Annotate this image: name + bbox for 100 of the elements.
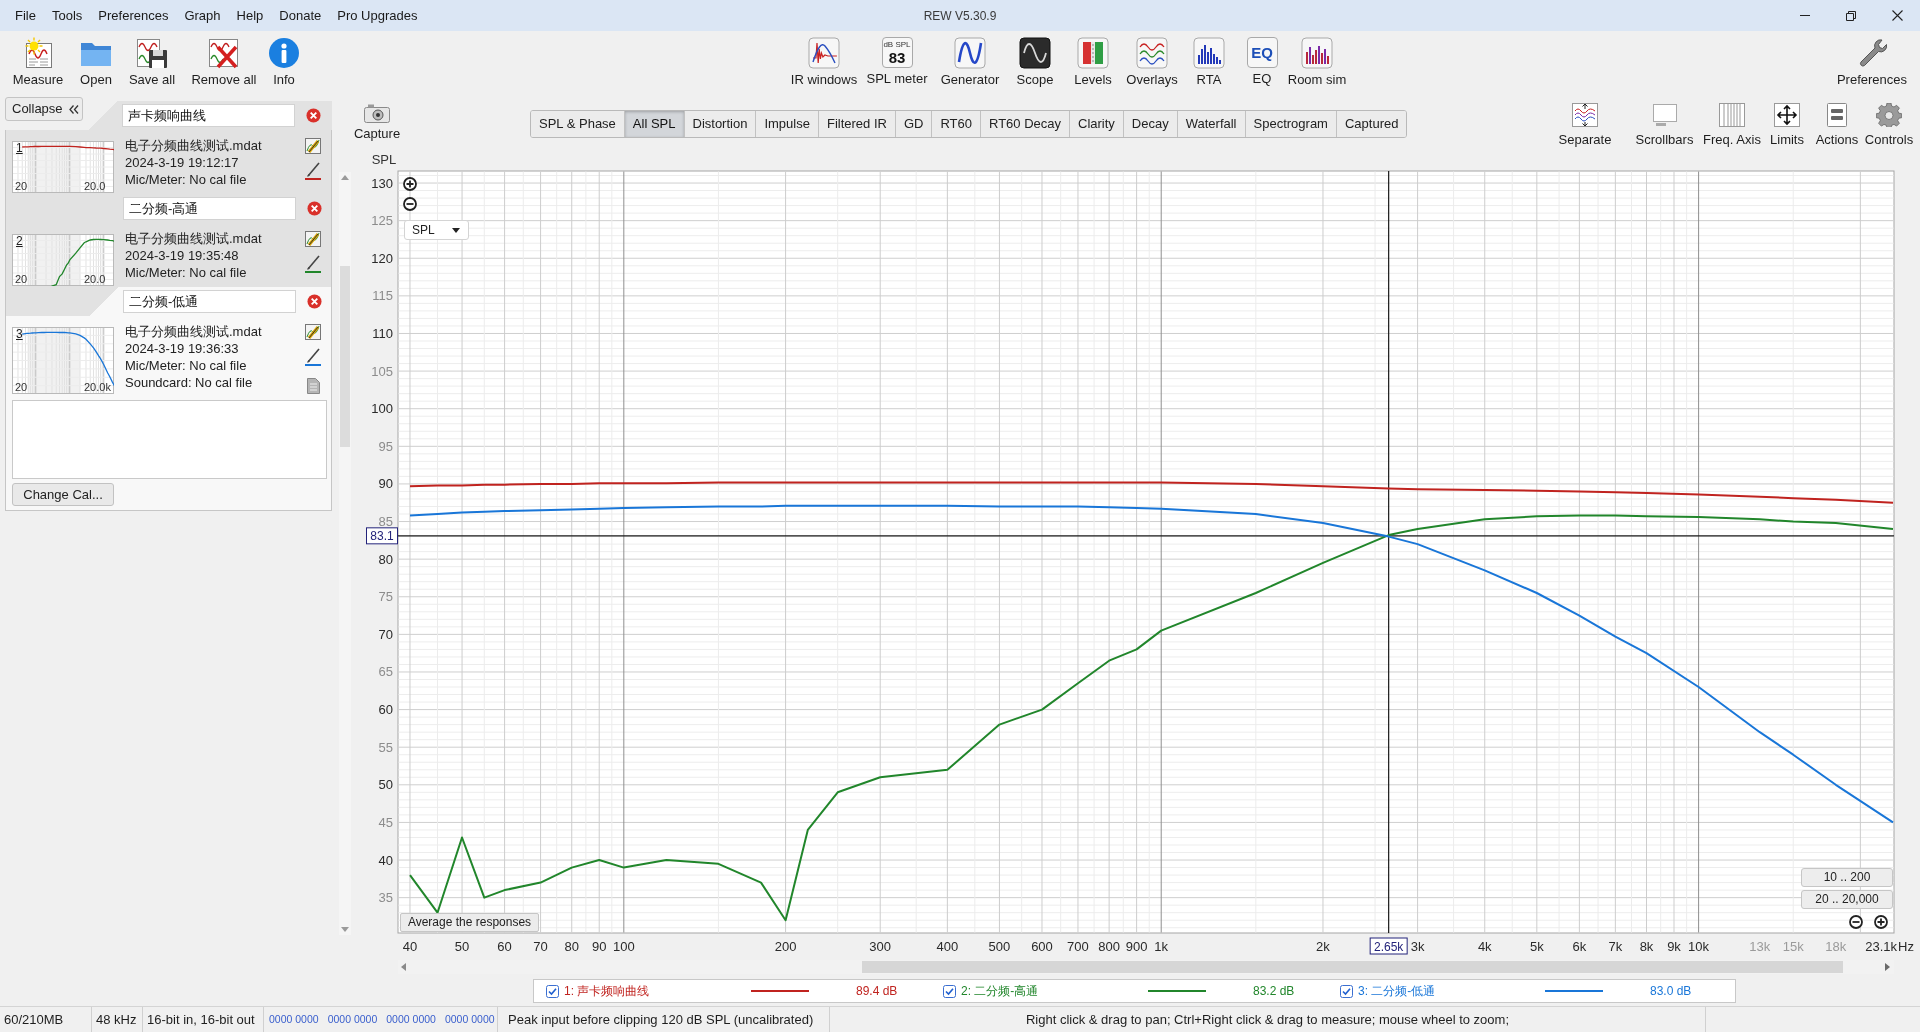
menu-item[interactable]: Graph	[176, 0, 229, 31]
card-tab[interactable]: 二分频-低通	[89, 287, 331, 316]
graph-tab[interactable]: Filtered IR	[817, 111, 895, 137]
chart-pencil-icon[interactable]	[305, 324, 321, 340]
average-button[interactable]: Average the responses	[400, 913, 539, 932]
scroll-left-icon[interactable]	[401, 963, 406, 971]
ir-windows-button[interactable]: IR windows	[788, 37, 860, 88]
y-tick-label: 120	[371, 250, 393, 266]
open-button[interactable]: Open	[74, 37, 118, 88]
scroll-up-icon[interactable]	[341, 175, 349, 180]
graph-tab[interactable]: Spectrogram	[1244, 111, 1336, 137]
checkbox[interactable]	[546, 984, 559, 998]
help-hint: Right click & drag to pan; Ctrl+Right click & drag to measure; mouse wheel to zoom;	[830, 1007, 1706, 1032]
ref-line-label: 83.1	[370, 529, 394, 544]
scrollbar-thumb[interactable]	[862, 961, 1843, 973]
pen-icon[interactable]	[305, 255, 321, 270]
zoom-out-icon[interactable]	[1849, 915, 1863, 929]
menu-item[interactable]: Tools	[43, 0, 91, 31]
chart-pencil-icon[interactable]	[305, 138, 321, 154]
close-icon[interactable]	[306, 108, 321, 123]
generator-button[interactable]: Generator	[934, 37, 1006, 88]
y-tick-label: 85	[378, 514, 393, 530]
card-panel[interactable]: 3 20 20.0k 电子分频曲线测试.mdat 2024-3-19 19:36:33 Mic/Meter: No cal file Soundcard: No cal file	[5, 316, 332, 400]
card-panel[interactable]: 1 20 20.0 电子分频曲线测试.mdat 2024-3-19 19:12:17 Mic/Meter: No cal file 二分频-高通	[5, 130, 332, 223]
controls-button[interactable]: Controls	[1862, 103, 1916, 148]
scroll-right-icon[interactable]	[1885, 963, 1890, 971]
menu-item[interactable]: Donate	[271, 0, 330, 31]
spl-meter-button[interactable]: dB SPL 83 SPL meter	[860, 37, 934, 88]
info-button[interactable]: Info	[266, 37, 302, 88]
measurement-info: 2024-3-19 19:12:17	[125, 154, 240, 171]
x-tick-label: 9k	[1667, 939, 1681, 954]
checkbox[interactable]	[1340, 984, 1353, 998]
freq-axis-button[interactable]: Freq. Axis	[1702, 103, 1762, 148]
rta-button[interactable]: RTA	[1182, 37, 1236, 88]
graph-tab[interactable]: Decay	[1122, 111, 1177, 137]
x-tick-label: 800	[1098, 939, 1120, 954]
change-cal-button[interactable]: Change Cal...	[12, 483, 114, 506]
graph-tab[interactable]: SPL & Phase	[531, 111, 624, 137]
bar-graph-icon	[1193, 37, 1225, 69]
graph-tab[interactable]: Waterfall	[1176, 111, 1245, 137]
menu-item[interactable]: Help	[228, 0, 272, 31]
menu-item[interactable]: Preferences	[90, 0, 177, 31]
range-button[interactable]: 20 .. 20,000	[1801, 890, 1893, 909]
range-button[interactable]: 10 .. 200	[1801, 868, 1893, 887]
levels-button[interactable]: Levels	[1064, 37, 1122, 88]
graph-tab[interactable]: Distortion	[683, 111, 756, 137]
pen-icon[interactable]	[305, 162, 321, 177]
collapse-button[interactable]: Collapse	[5, 97, 83, 121]
graph-tab[interactable]: Captured	[1335, 111, 1407, 137]
menu-item[interactable]: File	[7, 0, 44, 31]
graph-tab[interactable]: RT60 Decay	[980, 111, 1069, 137]
scrollbars-button[interactable]: Scrollbars	[1627, 103, 1702, 148]
cursor-line[interactable]	[1388, 170, 1390, 934]
graph-tab[interactable]: GD	[894, 111, 932, 137]
name-field[interactable]: 声卡频响曲线	[122, 104, 295, 127]
card-panel[interactable]: 2 20 20.0 电子分频曲线测试.mdat 2024-3-19 19:35:48 Mic/Meter: No cal file 二分频-低通	[5, 223, 332, 316]
y-tick-label: 55	[378, 739, 393, 755]
measure-button[interactable]: Measure	[6, 37, 70, 88]
close-icon[interactable]	[307, 201, 322, 216]
vertical-scrollbar[interactable]	[339, 172, 351, 935]
name-field[interactable]: 二分频-低通	[123, 290, 296, 313]
x-tick-label: 10k	[1688, 939, 1710, 954]
actions-button[interactable]: Actions	[1812, 103, 1862, 148]
graph-tab[interactable]: All SPL	[623, 111, 684, 137]
zoom-in-icon[interactable]	[1874, 915, 1888, 929]
eq-button[interactable]: EQ EQ	[1236, 37, 1288, 88]
checkbox[interactable]	[943, 984, 956, 998]
zoom-in-icon[interactable]	[403, 177, 417, 191]
pen-icon[interactable]	[305, 348, 321, 363]
trace-dropdown[interactable]: SPL	[404, 220, 469, 240]
axis-title: SPL	[371, 152, 397, 167]
separate-button[interactable]: Separate	[1543, 103, 1627, 148]
graph-tab[interactable]: RT60	[931, 111, 980, 137]
calibration-field[interactable]	[12, 400, 327, 479]
close-icon[interactable]	[307, 294, 322, 309]
scroll-down-icon[interactable]	[341, 927, 349, 932]
measurement-info: Mic/Meter: No cal file	[125, 264, 248, 281]
name-field[interactable]: 二分频-高通	[123, 197, 296, 220]
capture-button[interactable]: Capture	[355, 93, 399, 142]
graph-tab[interactable]: Clarity	[1069, 111, 1123, 137]
x-tick-label: 40	[402, 939, 418, 954]
graph-tab[interactable]: Impulse	[755, 111, 818, 137]
save-all-button[interactable]: Save all	[122, 37, 182, 88]
room-sim-button[interactable]: Room sim	[1288, 37, 1346, 88]
overlays-button[interactable]: Overlays	[1122, 37, 1182, 88]
document-icon[interactable]	[306, 378, 320, 394]
scope-button[interactable]: Scope	[1006, 37, 1064, 88]
x-tick-label: 2k	[1316, 939, 1330, 954]
y-tick-label: 40	[378, 852, 393, 868]
limits-button[interactable]: Limits	[1762, 103, 1812, 148]
zoom-out-icon[interactable]	[403, 197, 417, 211]
remove-all-button[interactable]: Remove all	[186, 37, 262, 88]
chart-pencil-icon[interactable]	[305, 231, 321, 247]
input-level-code: 0000 0000	[386, 1011, 436, 1027]
x-tick-label: 50	[454, 939, 470, 954]
y-tick-label: 105	[371, 363, 393, 379]
menu-item[interactable]: Pro Upgrades	[329, 0, 426, 31]
preferences-button[interactable]: Preferences	[1832, 37, 1912, 88]
card-tab[interactable]: 声卡频响曲线	[88, 101, 332, 130]
scrollbar-thumb[interactable]	[340, 266, 350, 447]
